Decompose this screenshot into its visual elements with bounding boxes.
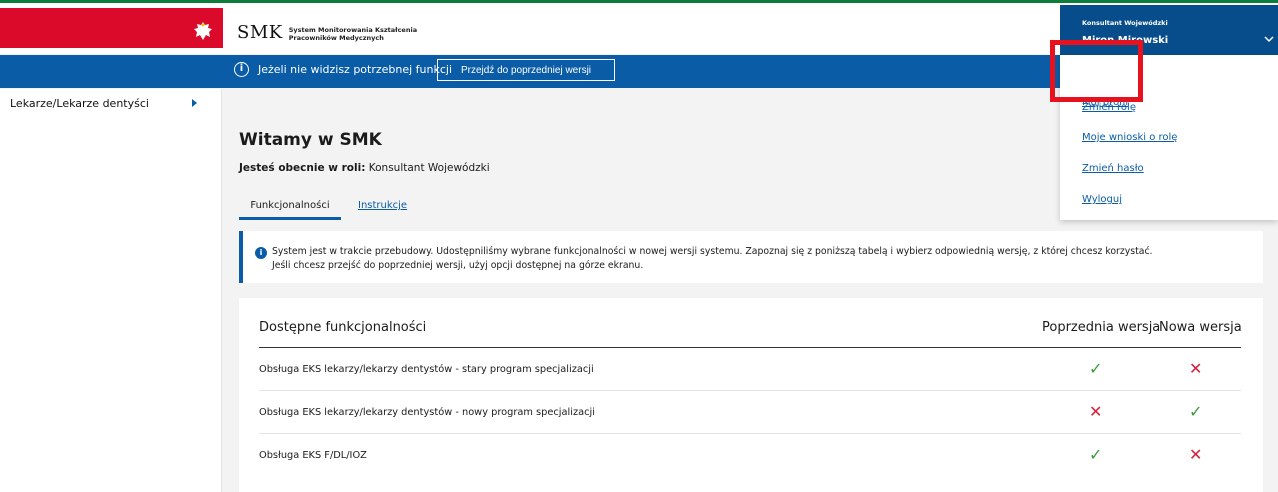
logo-subtitle: System Monitorowania Kształcenia Pracown… [289,26,459,42]
chevron-down-icon [1264,36,1274,43]
alert-text: System jest w trakcie przebudowy. Udostę… [272,245,1252,273]
polish-eagle-icon [194,22,212,40]
logo-text: SMK [237,22,283,43]
polish-flag-banner [0,8,223,48]
caret-right-icon [192,99,197,107]
user-role: Konsultant Wojewódzki [1082,19,1168,27]
notice-text: Jeżeli nie widzisz potrzebnej funkcji [258,63,453,76]
sidebar: Lekarze/Lekarze dentyści [0,89,222,492]
info-icon: i [255,247,267,259]
current-role: Jesteś obecnie w roli: Konsultant Wojewó… [239,162,490,174]
sidebar-item-label: Lekarze/Lekarze dentyści [10,96,149,110]
functionality-table: Dostępne funkcjonalności Poprzednia wers… [239,298,1263,492]
role-prefix: Jesteś obecnie w roli: [239,162,366,174]
page-title: Witamy w SMK [239,130,382,150]
row-label: Obsługa EKS lekarzy/lekarzy dentystów - … [259,364,594,375]
alert-line1: System jest w trakcie przebudowy. Udostę… [272,246,1153,257]
check-icon: ✓ [1089,359,1103,378]
role-value: Konsultant Wojewódzki [368,162,490,174]
table-row: Obsługa EKS lekarzy/lekarzy dentystów - … [259,348,1241,391]
cross-icon: ✕ [1189,359,1203,378]
check-icon: ✓ [1089,445,1103,464]
logo-subtitle-line1: System Monitorowania Kształcenia [288,26,418,34]
row-label: Obsługa EKS lekarzy/lekarzy dentystów - … [259,407,595,418]
alert-line2: Jeśli chcesz przejść do poprzedniej wers… [272,260,644,271]
column-header-previous-version: Poprzednia wersja [1042,320,1161,335]
sidebar-item-lekarze[interactable]: Lekarze/Lekarze dentyści [0,89,222,117]
table-row: Obsługa EKS lekarzy/lekarzy dentystów - … [259,391,1241,434]
menu-item-change-role[interactable]: Zmień rolę [1082,102,1136,113]
row-label: Obsługa EKS F/DL/IOZ [259,450,367,461]
previous-version-button[interactable]: Przejdź do poprzedniej wersji [437,59,615,81]
logo-subtitle-line2: Pracowników Medycznych [288,34,384,42]
menu-item-logout[interactable]: Wyloguj [1082,194,1122,205]
menu-item-change-password[interactable]: Zmień hasło [1082,163,1144,174]
tab-instrukcje[interactable]: Instrukcje [358,200,407,211]
column-header-new-version: Nowa wersja [1159,320,1242,335]
table-row: Obsługa EKS F/DL/IOZ ✓ ✕ [259,434,1241,477]
smk-logo[interactable]: SMK System Monitorowania Kształcenia Pra… [237,22,459,43]
check-icon: ✓ [1189,402,1203,421]
cross-icon: ✕ [1089,402,1103,421]
menu-item-my-role-requests[interactable]: Moje wnioski o rolę [1082,132,1177,143]
highlight-box [1050,40,1143,102]
column-header-functionality: Dostępne funkcjonalności [259,320,427,335]
info-alert: i System jest w trakcie przebudowy. Udos… [239,231,1263,283]
tab-funkcjonalnosci[interactable]: Funkcjonalności [239,200,341,220]
info-icon: i [234,62,249,77]
cross-icon: ✕ [1189,445,1203,464]
